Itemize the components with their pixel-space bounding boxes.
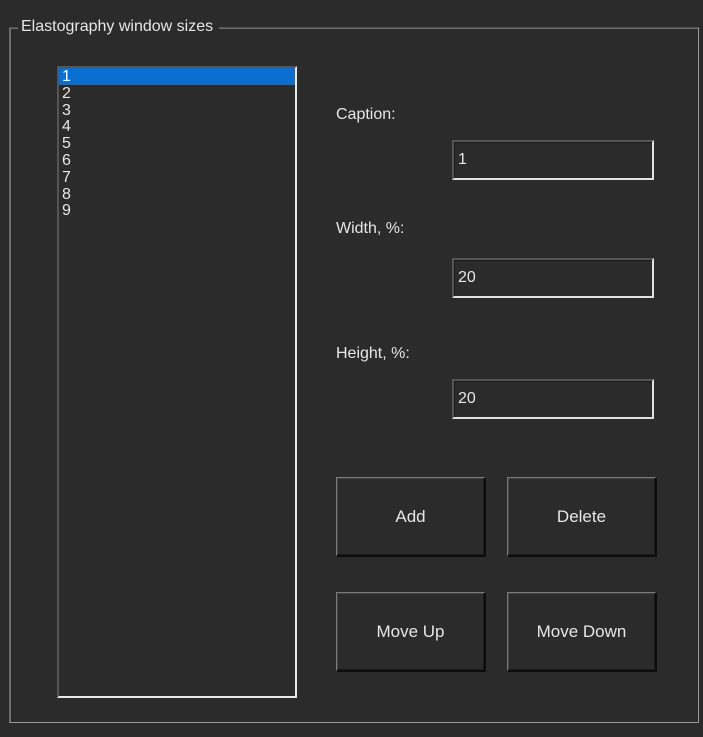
move-up-button[interactable]: Move Up — [336, 592, 486, 672]
window-sizes-panel: Elastography window sizes 1 2 3 4 5 6 7 … — [0, 0, 703, 737]
list-item[interactable]: 9 — [59, 202, 295, 219]
height-label: Height, %: — [336, 345, 410, 362]
group-box-title: Elastography window sizes — [18, 16, 220, 38]
move-down-button[interactable]: Move Down — [507, 592, 657, 672]
list-item[interactable]: 2 — [59, 85, 295, 102]
width-label: Width, %: — [336, 220, 405, 237]
list-item[interactable]: 7 — [59, 169, 295, 186]
add-button[interactable]: Add — [336, 477, 486, 557]
list-item[interactable]: 8 — [59, 186, 295, 203]
caption-input[interactable] — [452, 140, 654, 180]
width-input[interactable] — [452, 258, 654, 298]
list-item[interactable]: 3 — [59, 102, 295, 119]
window-sizes-listbox[interactable]: 1 2 3 4 5 6 7 8 9 — [57, 66, 297, 698]
list-item[interactable]: 6 — [59, 152, 295, 169]
delete-button[interactable]: Delete — [507, 477, 657, 557]
caption-label: Caption: — [336, 106, 396, 123]
list-item[interactable]: 4 — [59, 118, 295, 135]
list-item[interactable]: 1 — [59, 68, 295, 85]
list-item[interactable]: 5 — [59, 135, 295, 152]
height-input[interactable] — [452, 379, 654, 419]
